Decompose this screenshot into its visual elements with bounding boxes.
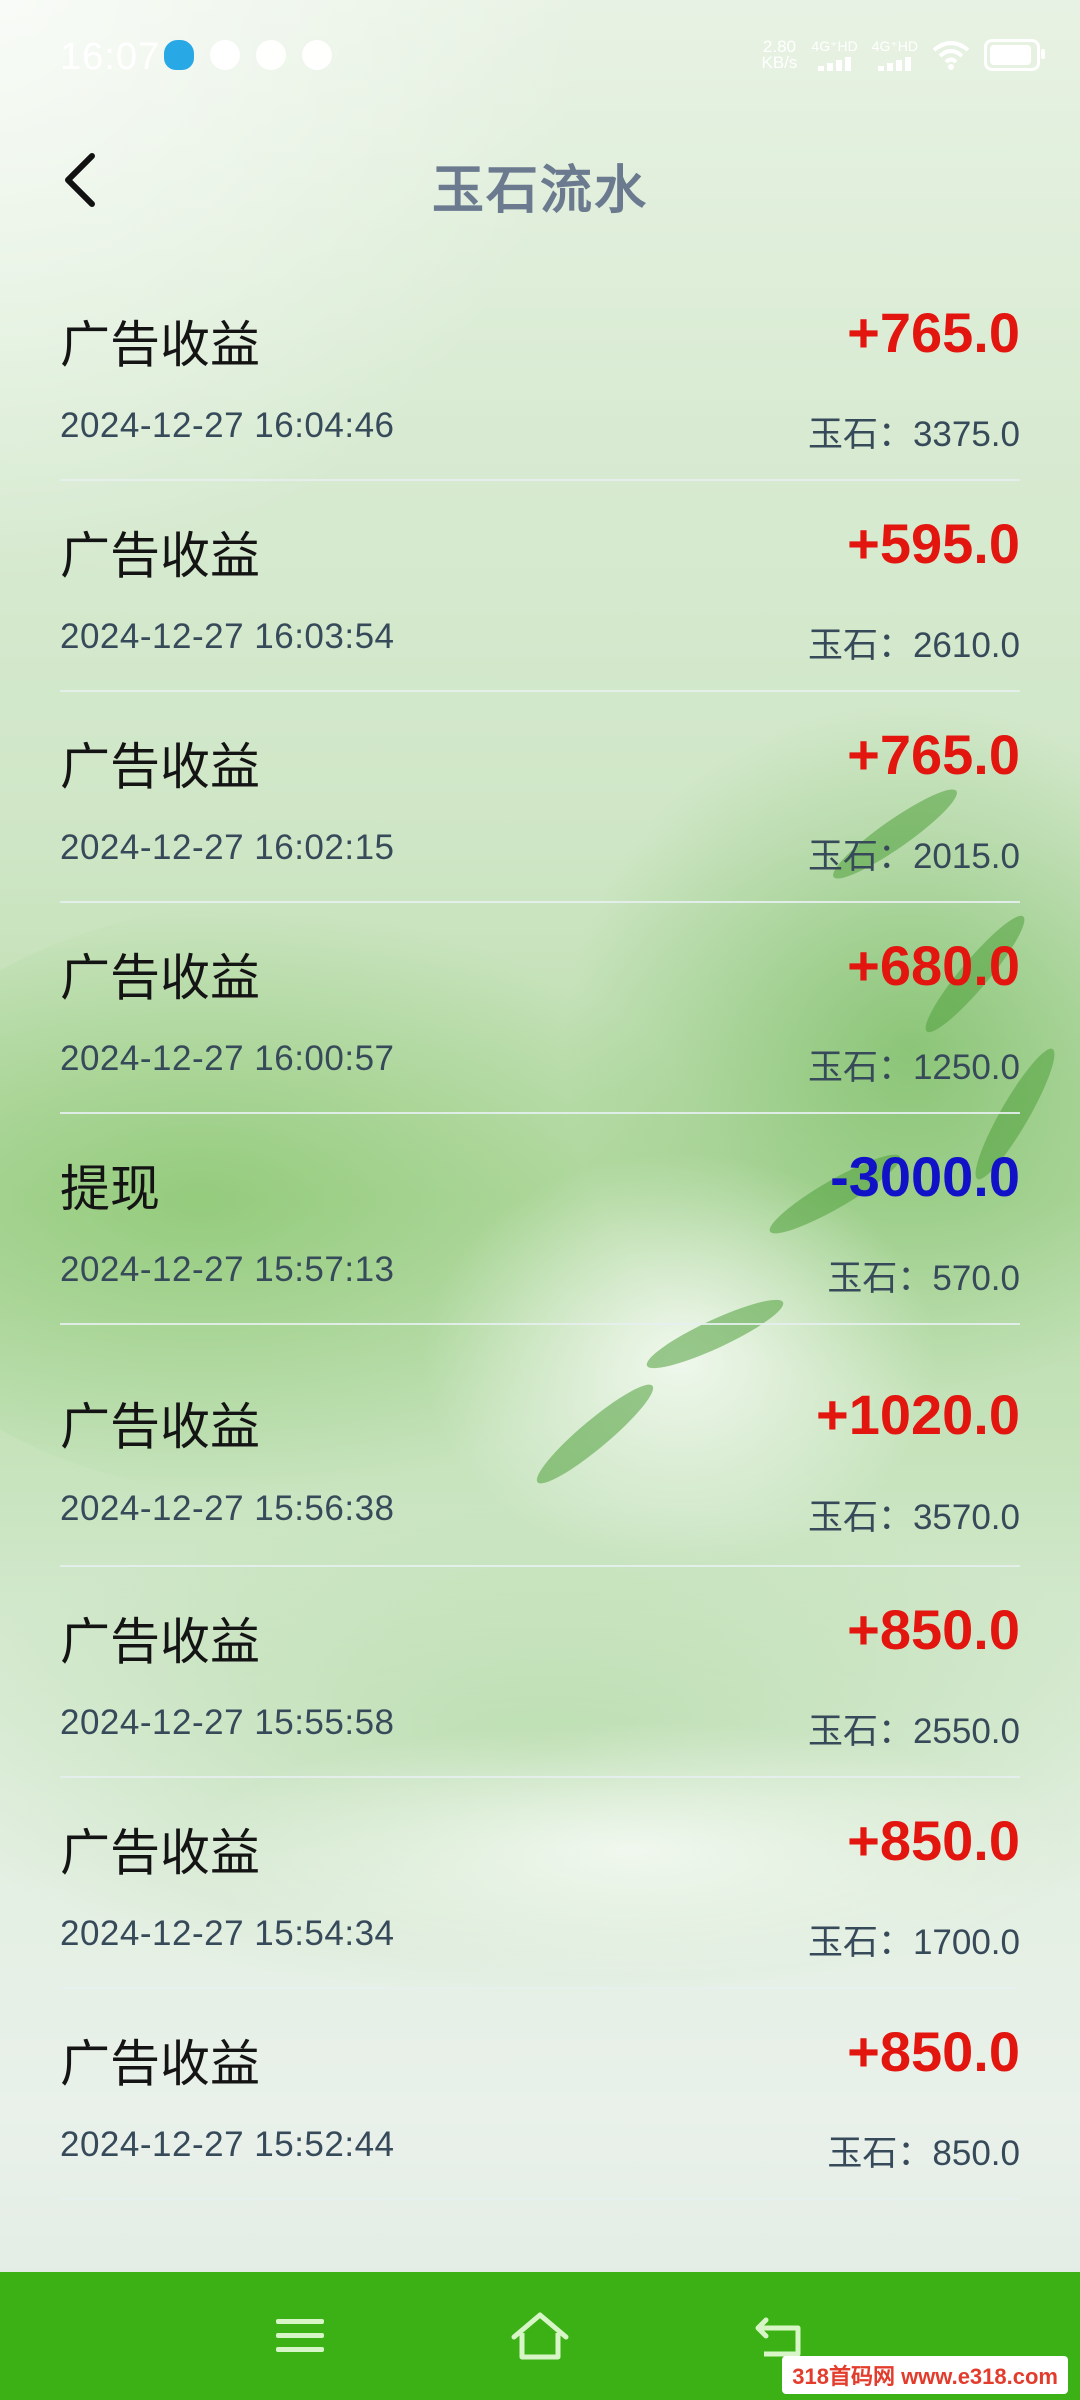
sync-icon	[256, 40, 286, 70]
record-type: 广告收益	[60, 528, 260, 584]
wifi-icon	[932, 40, 970, 70]
header: 玉石流水	[0, 130, 1080, 230]
record-type: 广告收益	[60, 2036, 260, 2092]
signal-icon	[818, 55, 852, 71]
record-amount: +680.0	[847, 934, 1020, 997]
record-amount: +765.0	[847, 723, 1020, 786]
record-type: 广告收益	[60, 1825, 260, 1881]
list-item[interactable]: 广告收益 +850.0 2024-12-27 15:55:58 玉石：2550.…	[60, 1567, 1020, 1778]
message-icon	[302, 40, 332, 70]
record-balance: 玉石：3375.0	[807, 415, 1020, 454]
record-type: 广告收益	[60, 739, 260, 795]
record-balance: 玉石：1250.0	[807, 1048, 1020, 1087]
record-amount: +850.0	[847, 2020, 1020, 2083]
list-item[interactable]: 广告收益 +595.0 2024-12-27 16:03:54 玉石：2610.…	[60, 481, 1020, 692]
status-bar: 16:07 2.80 KB/s 4G⁺HD 4G⁺HD	[0, 0, 1080, 120]
record-amount: +850.0	[847, 1809, 1020, 1872]
signal1-label: 4G⁺HD	[811, 38, 858, 54]
record-balance: 玉石：2610.0	[807, 626, 1020, 665]
menu-button[interactable]	[260, 2296, 340, 2376]
menu-icon	[276, 2319, 324, 2352]
records-list: 广告收益 +765.0 2024-12-27 16:04:46 玉石：3375.…	[60, 270, 1020, 2200]
list-item[interactable]: 提现 -3000.0 2024-12-27 15:57:13 玉石：570.0	[60, 1114, 1020, 1325]
record-amount: +1020.0	[816, 1383, 1020, 1446]
network-speed-unit: KB/s	[761, 52, 798, 72]
record-type: 广告收益	[60, 317, 260, 373]
record-amount: +595.0	[847, 512, 1020, 575]
home-icon	[511, 2312, 569, 2360]
record-balance: 玉石：3570.0	[807, 1498, 1020, 1537]
watermark: 318首码网 www.e318.com	[782, 2356, 1068, 2394]
record-time: 2024-12-27 16:02:15	[60, 828, 395, 867]
record-amount: +850.0	[847, 1598, 1020, 1661]
record-time: 2024-12-27 15:56:38	[60, 1489, 395, 1528]
record-amount: +765.0	[847, 301, 1020, 364]
signal2-label: 4G⁺HD	[871, 38, 918, 54]
list-item[interactable]: 广告收益 +1020.0 2024-12-27 15:56:38 玉石：3570…	[60, 1325, 1020, 1567]
record-balance: 玉石：2015.0	[807, 837, 1020, 876]
record-time: 2024-12-27 15:52:44	[60, 2125, 395, 2164]
page-title: 玉石流水	[431, 162, 648, 220]
list-item[interactable]: 广告收益 +765.0 2024-12-27 16:04:46 玉石：3375.…	[60, 270, 1020, 481]
record-amount: -3000.0	[830, 1145, 1020, 1208]
record-type: 提现	[60, 1161, 160, 1217]
record-type: 广告收益	[60, 1614, 260, 1670]
notification-icons	[164, 40, 332, 70]
home-button[interactable]	[500, 2296, 580, 2376]
status-indicators: 2.80 KB/s 4G⁺HD 4G⁺HD	[761, 38, 1045, 72]
record-balance: 玉石：2550.0	[807, 1712, 1020, 1751]
record-time: 2024-12-27 16:03:54	[60, 617, 395, 656]
record-time: 2024-12-27 16:04:46	[60, 406, 395, 445]
record-time: 2024-12-27 15:54:34	[60, 1914, 395, 1953]
signal-icon	[878, 55, 912, 71]
list-item[interactable]: 广告收益 +850.0 2024-12-27 15:54:34 玉石：1700.…	[60, 1778, 1020, 1989]
status-time: 16:07	[60, 36, 161, 78]
battery-icon	[984, 38, 1045, 71]
record-balance: 玉石：570.0	[827, 1259, 1020, 1298]
list-item[interactable]: 广告收益 +765.0 2024-12-27 16:02:15 玉石：2015.…	[60, 692, 1020, 903]
record-time: 2024-12-27 16:00:57	[60, 1039, 395, 1078]
back-icon	[755, 2317, 801, 2357]
list-item[interactable]: 广告收益 +680.0 2024-12-27 16:00:57 玉石：1250.…	[60, 903, 1020, 1114]
qq-icon	[164, 40, 194, 70]
record-balance: 玉石：850.0	[827, 2134, 1020, 2173]
record-time: 2024-12-27 15:57:13	[60, 1250, 395, 1289]
record-type: 广告收益	[60, 950, 260, 1006]
record-type: 广告收益	[60, 1399, 260, 1455]
list-item[interactable]: 广告收益 +850.0 2024-12-27 15:52:44 玉石：850.0	[60, 1989, 1020, 2200]
record-time: 2024-12-27 15:55:58	[60, 1703, 395, 1742]
record-balance: 玉石：1700.0	[807, 1923, 1020, 1962]
network-speed: 2.80 KB/s	[761, 38, 798, 72]
app-notification-icon	[210, 40, 240, 70]
